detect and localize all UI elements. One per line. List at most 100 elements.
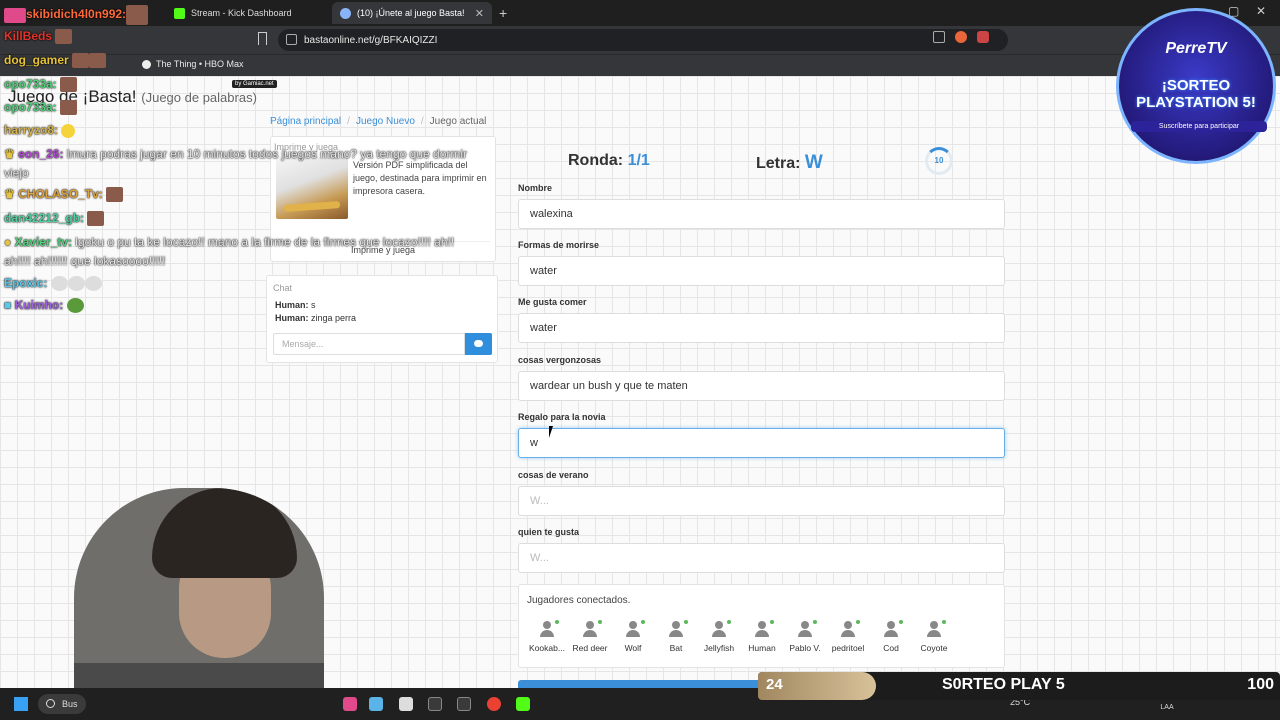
bookmark-label: The Thing • HBO Max bbox=[156, 59, 244, 69]
bookmarks-bar: The Thing • HBO Max bbox=[0, 54, 1280, 76]
stream-chat-line: ■ Kuimho: bbox=[4, 298, 84, 314]
letter-value: W bbox=[804, 152, 823, 173]
bookmark-hbo[interactable]: The Thing • HBO Max bbox=[142, 59, 244, 69]
player-name: Wolf bbox=[624, 643, 642, 653]
unreal-icon[interactable] bbox=[399, 697, 413, 711]
field-input-nombre[interactable]: walexina bbox=[518, 199, 1005, 229]
letter-indicator: Letra: W bbox=[756, 152, 823, 174]
online-dot bbox=[641, 620, 645, 624]
field-input-regalo-novia[interactable]: w bbox=[518, 428, 1005, 458]
steam-icon[interactable] bbox=[369, 697, 383, 711]
chat-message: Human: s bbox=[275, 300, 316, 310]
stream-chat-user: opo733a: bbox=[4, 100, 57, 114]
extension-icon[interactable] bbox=[977, 31, 989, 43]
stream-chat-line: dan42212_gb: bbox=[4, 211, 105, 227]
close-window-icon[interactable]: ✕ bbox=[1256, 4, 1266, 18]
chat-text: s bbox=[311, 300, 316, 310]
tab-kick-dashboard[interactable]: Stream - Kick Dashboard bbox=[166, 2, 328, 24]
taskbar-search[interactable]: Bus bbox=[38, 694, 86, 714]
windows-start-icon[interactable] bbox=[14, 697, 28, 711]
tab-label: (10) ¡Únete al juego Basta! bbox=[357, 8, 465, 18]
stream-chat-line: ah!!!! ah!!!!!! que lokasoooo!!!!! bbox=[4, 254, 165, 268]
stream-chat-user: dan42212_gb: bbox=[4, 211, 85, 225]
app-icon[interactable] bbox=[343, 697, 357, 711]
field-input-formas-morirse[interactable]: water bbox=[518, 256, 1005, 286]
breadcrumb-home[interactable]: Página principal bbox=[270, 116, 341, 127]
raffle-count: 24 bbox=[766, 676, 783, 693]
globe-icon bbox=[340, 7, 351, 19]
share-icon[interactable] bbox=[933, 31, 945, 43]
kick-icon bbox=[174, 7, 185, 19]
gamiac-badge[interactable]: by Gamiac.net bbox=[232, 80, 277, 88]
stream-chat-line: dog_gamer bbox=[4, 53, 107, 69]
player-item: Cod bbox=[869, 620, 913, 653]
sorteo-badge: PerreTV ¡SORTEO PLAYSTATION 5! Suscríbet… bbox=[1116, 8, 1276, 164]
tab-basta[interactable]: (10) ¡Únete al juego Basta! ✕ bbox=[332, 2, 492, 24]
address-bar-row: bastaonline.net/g/BFKAIQIZZI bbox=[0, 26, 1280, 54]
raffle-title: S0RTEO PLAY 5 bbox=[942, 676, 1065, 693]
stream-chat-user: opo733a: bbox=[4, 77, 57, 91]
print-thumbnail[interactable] bbox=[276, 157, 348, 219]
field-label-nombre: Nombre bbox=[518, 183, 553, 193]
online-dot bbox=[856, 620, 860, 624]
badge-icon: ● bbox=[4, 235, 12, 249]
raffle-goal: 100 bbox=[1247, 676, 1274, 693]
player-name: Cod bbox=[883, 643, 899, 653]
chat-send-button[interactable] bbox=[465, 333, 492, 355]
sorteo-subtext: Suscríbete para participar bbox=[1131, 121, 1267, 132]
online-dot bbox=[684, 620, 688, 624]
breadcrumb-separator: / bbox=[420, 116, 424, 127]
calculator-icon[interactable] bbox=[457, 697, 471, 711]
new-tab-icon[interactable]: + bbox=[499, 5, 507, 21]
extension-icon[interactable] bbox=[955, 31, 967, 43]
stream-chat-line: ● Xavier_tv: lgoku o pu ta ke locazo!! m… bbox=[4, 235, 454, 249]
sorteo-headline-line1: ¡SORTEO bbox=[1161, 77, 1231, 94]
user-icon bbox=[668, 620, 688, 637]
badge-icon bbox=[4, 7, 26, 23]
emote-icon bbox=[66, 298, 84, 314]
field-input-cosas-verano[interactable]: W... bbox=[518, 486, 1005, 516]
online-dot bbox=[899, 620, 903, 624]
player-item: Kookab... bbox=[525, 620, 569, 653]
emote-icon bbox=[126, 5, 149, 25]
emote-icon bbox=[60, 77, 78, 93]
field-label-quien-te-gusta: quien te gusta bbox=[518, 527, 580, 537]
crown-icon: ♛ bbox=[4, 147, 15, 161]
url-field[interactable]: bastaonline.net/g/BFKAIQIZZI bbox=[278, 29, 1008, 51]
kick-icon[interactable] bbox=[516, 697, 530, 711]
emote-icon bbox=[61, 123, 76, 138]
emote-icon bbox=[55, 29, 73, 45]
close-tab-icon[interactable]: ✕ bbox=[475, 7, 484, 20]
countdown-timer: 10 bbox=[925, 147, 953, 175]
terminal-icon[interactable] bbox=[428, 697, 442, 711]
field-input-quien-te-gusta[interactable]: W... bbox=[518, 543, 1005, 573]
player-name: Human bbox=[748, 643, 776, 653]
stream-chat-user: CHOLASO_Tv: bbox=[18, 187, 103, 201]
site-info-icon[interactable] bbox=[286, 34, 297, 45]
player-name: pedritoel bbox=[831, 643, 865, 653]
field-label-regalo-novia: Regalo para la novia bbox=[518, 412, 606, 422]
emote-icon bbox=[89, 53, 107, 69]
breadcrumb-new-game[interactable]: Juego Nuevo bbox=[356, 116, 415, 127]
chat-input[interactable]: Mensaje... bbox=[273, 333, 465, 355]
bookmark-icon[interactable] bbox=[258, 32, 267, 45]
stream-chat-user: Epoxic: bbox=[4, 276, 48, 290]
online-dot bbox=[770, 620, 774, 624]
user-icon bbox=[840, 620, 860, 637]
player-item: Bat bbox=[654, 620, 698, 653]
chrome-icon[interactable] bbox=[487, 697, 501, 711]
stream-chat-user: Kuimho: bbox=[14, 298, 64, 312]
field-input-cosas-vergonzosas[interactable]: wardear un bush y que te maten bbox=[518, 371, 1005, 401]
stream-chat-line: ♛ CHOLASO_Tv: bbox=[4, 187, 124, 203]
sorteo-brand: PerreTV bbox=[1165, 40, 1227, 57]
url-text: bastaonline.net/g/BFKAIQIZZI bbox=[304, 34, 438, 46]
chat-text: zinga perra bbox=[311, 313, 357, 323]
player-name: Jellyfish bbox=[703, 643, 735, 653]
stream-chat-line: KillBeds bbox=[4, 29, 73, 45]
online-dot bbox=[727, 620, 731, 624]
stream-chat-line: ♛ eon_26: lmura podras jugar en 10 minut… bbox=[4, 147, 467, 161]
field-input-me-gusta-comer[interactable]: water bbox=[518, 313, 1005, 343]
player-item: Coyote bbox=[912, 620, 956, 653]
breadcrumb-separator: / bbox=[347, 116, 350, 127]
stream-chat-line: Epoxic: bbox=[4, 276, 102, 292]
